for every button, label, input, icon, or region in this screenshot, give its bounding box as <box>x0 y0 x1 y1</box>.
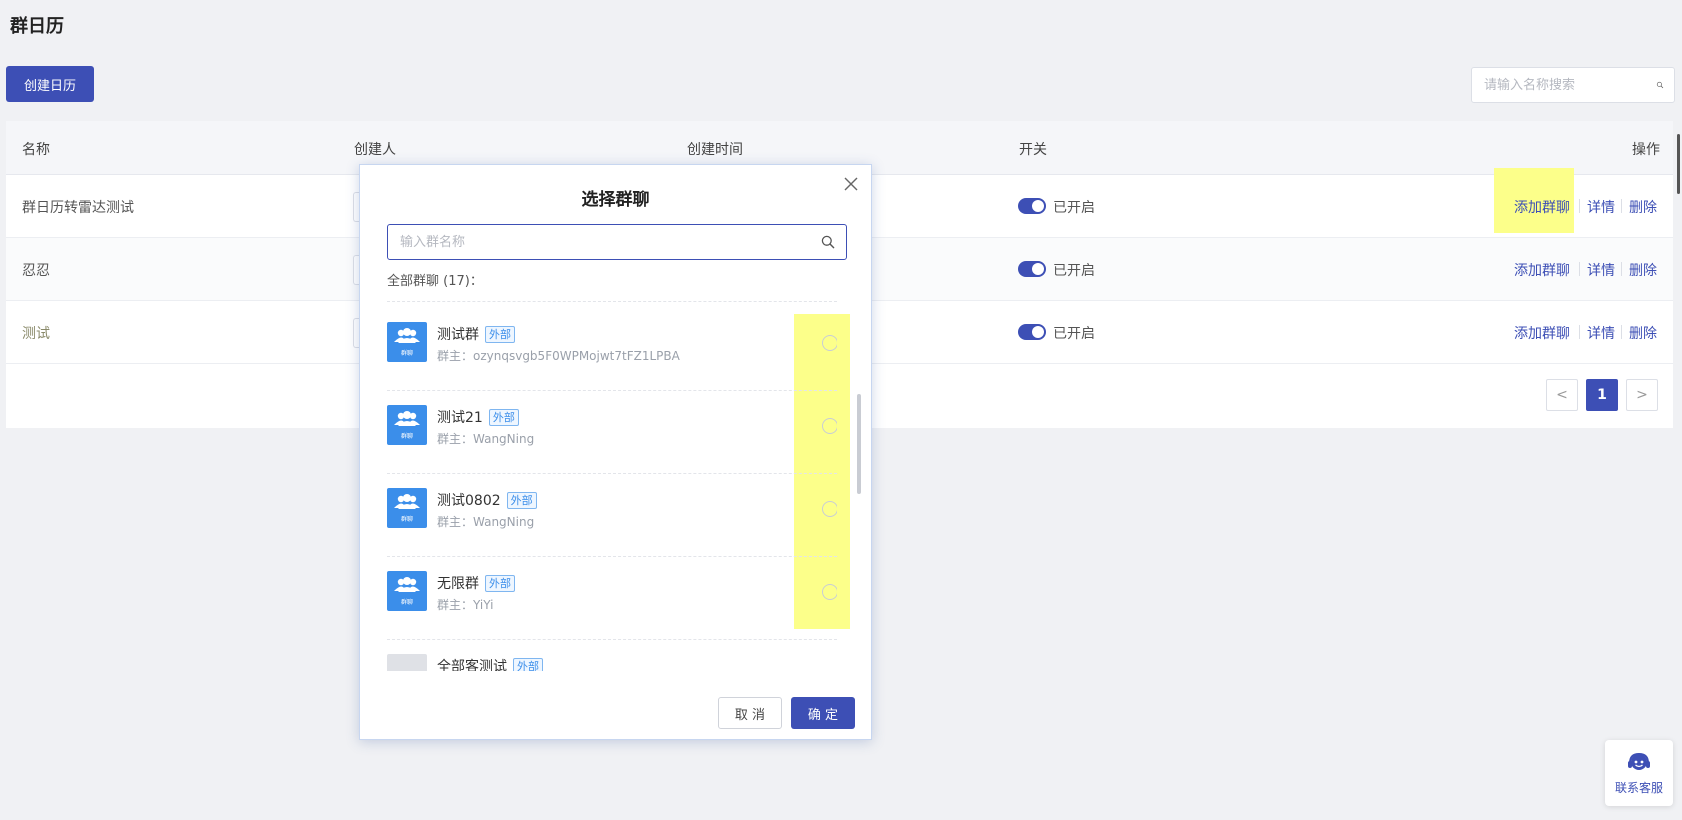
row-name: 群日历转雷达测试 <box>22 200 134 216</box>
divider <box>1579 325 1580 339</box>
list-item[interactable]: 群聊 测试群 外部 群主：ozynqsvgb5F0WPMojwt7tFZ1LPBA <box>387 307 837 391</box>
toggle-label: 已开启 <box>1053 263 1095 279</box>
divider <box>1621 325 1622 339</box>
group-radio[interactable] <box>822 584 837 600</box>
header-switch: 开关 <box>1019 142 1047 158</box>
header-name: 名称 <box>22 142 50 158</box>
header-creator: 创建人 <box>354 142 396 158</box>
group-name: 测试21 外部 <box>437 407 519 427</box>
group-name: 测试群 外部 <box>437 324 515 344</box>
search-icon[interactable] <box>820 234 836 250</box>
calendar-search[interactable] <box>1471 67 1675 103</box>
divider <box>1579 262 1580 276</box>
people-icon <box>394 328 420 343</box>
prev-page-button[interactable]: < <box>1546 379 1578 411</box>
external-tag: 外部 <box>488 409 519 426</box>
add-group-link[interactable]: 添加群聊 <box>1514 197 1570 217</box>
confirm-button[interactable]: 确 定 <box>791 697 855 729</box>
row-name: 忍忍 <box>22 263 50 279</box>
people-icon <box>394 577 420 592</box>
avatar-label: 群聊 <box>400 516 413 523</box>
toggle-label: 已开启 <box>1053 200 1095 216</box>
detail-link[interactable]: 详情 <box>1587 323 1615 343</box>
group-avatar-icon: 群聊 <box>387 571 427 611</box>
divider <box>1579 199 1580 213</box>
cancel-button[interactable]: 取 消 <box>718 697 782 729</box>
group-name: 测试0802 外部 <box>437 490 537 510</box>
calendar-search-input[interactable] <box>1482 76 1656 94</box>
close-icon[interactable] <box>844 177 858 191</box>
group-list: 群聊 测试群 外部 群主：ozynqsvgb5F0WPMojwt7tFZ1LPBA <box>387 307 837 820</box>
group-owner: 群主：YiYi <box>437 598 494 612</box>
search-icon[interactable] <box>1656 76 1664 94</box>
delete-link[interactable]: 删除 <box>1629 260 1657 280</box>
dialog-title: 选择群聊 <box>581 190 650 210</box>
delete-link[interactable]: 删除 <box>1629 323 1657 343</box>
divider <box>1621 262 1622 276</box>
customer-service-button[interactable]: 联系客服 <box>1605 740 1673 806</box>
external-tag: 外部 <box>485 326 515 343</box>
page-button-1[interactable]: 1 <box>1586 379 1618 411</box>
toggle-label: 已开启 <box>1053 326 1095 342</box>
group-search-input[interactable] <box>398 233 820 251</box>
detail-link[interactable]: 详情 <box>1587 260 1615 280</box>
headset-icon <box>1628 752 1650 770</box>
avatar-label: 群聊 <box>400 433 413 440</box>
header-actions: 操作 <box>1632 142 1660 158</box>
enable-toggle[interactable] <box>1018 198 1046 214</box>
enable-toggle[interactable] <box>1018 261 1046 277</box>
list-item[interactable]: 群聊 无限群 外部 群主：YiYi <box>387 556 837 640</box>
list-item[interactable]: 群聊 测试0802 外部 群主：WangNing <box>387 473 837 557</box>
group-name-text: 测试0802 <box>437 493 501 509</box>
people-icon <box>394 411 420 426</box>
enable-toggle[interactable] <box>1018 324 1046 340</box>
next-page-button[interactable]: > <box>1626 379 1658 411</box>
divider <box>1621 199 1622 213</box>
group-count-label: 全部群聊 (17)： <box>387 274 483 289</box>
page: 群日历 创建日历 名称 创建人 创建时间 开关 操作 群日历转雷达测试 已开启 … <box>0 0 1682 820</box>
group-owner: 群主：ozynqsvgb5F0WPMojwt7tFZ1LPBA <box>437 349 680 363</box>
group-name-text: 测试21 <box>437 410 483 426</box>
row-name: 测试 <box>22 326 50 342</box>
customer-service-label: 联系客服 <box>1614 780 1663 795</box>
select-group-dialog: 选择群聊 全部群聊 (17)： <box>359 164 872 740</box>
create-calendar-button[interactable]: 创建日历 <box>6 66 94 102</box>
group-name-text: 无限群 <box>437 576 479 592</box>
delete-link[interactable]: 删除 <box>1629 197 1657 217</box>
list-item[interactable]: 群聊 测试21 外部 群主：WangNing <box>387 390 837 474</box>
detail-link[interactable]: 详情 <box>1587 197 1615 217</box>
avatar-label: 群聊 <box>400 599 413 606</box>
group-avatar-icon: 群聊 <box>387 322 427 362</box>
add-group-link[interactable]: 添加群聊 <box>1514 323 1570 343</box>
avatar-label: 群聊 <box>400 350 413 357</box>
group-search[interactable] <box>387 224 847 260</box>
group-radio[interactable] <box>822 418 837 434</box>
header-created-time: 创建时间 <box>687 142 743 158</box>
group-radio[interactable] <box>822 501 837 517</box>
group-name: 无限群 外部 <box>437 573 515 593</box>
page-title: 群日历 <box>10 16 64 37</box>
window-edge-handle <box>1677 134 1680 194</box>
people-icon <box>394 494 420 509</box>
add-group-link[interactable]: 添加群聊 <box>1514 260 1570 280</box>
list-scrollbar[interactable] <box>857 394 861 494</box>
group-owner: 群主：WangNing <box>437 515 535 529</box>
group-owner: 群主：WangNing <box>437 432 535 446</box>
group-avatar-icon: 群聊 <box>387 488 427 528</box>
external-tag: 外部 <box>506 492 537 509</box>
group-avatar-icon: 群聊 <box>387 405 427 445</box>
external-tag: 外部 <box>485 575 515 592</box>
divider <box>387 301 837 302</box>
group-radio[interactable] <box>822 335 837 351</box>
group-name-text: 测试群 <box>437 327 479 343</box>
